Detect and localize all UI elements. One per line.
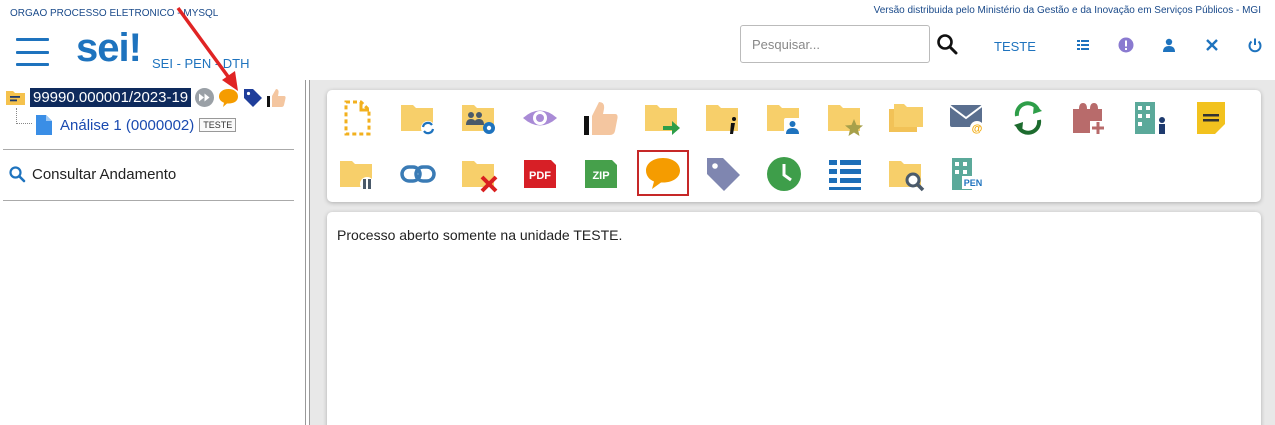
svg-text:@: @ [972,123,983,135]
process-number-link[interactable]: 99990.000001/2023-19 [30,87,192,107]
refresh-button[interactable] [1008,98,1048,138]
system-label: SEI - PEN - DTH [152,56,250,71]
search-icon [9,166,26,183]
folder-sync-icon [401,105,435,135]
list-button[interactable] [825,154,865,194]
fast-forward-icon[interactable] [194,87,215,108]
folder-user-icon [767,105,801,135]
unit-tag: TESTE [199,118,237,132]
zip-button[interactable]: ZIP [581,154,621,194]
tag-icon[interactable] [242,87,263,108]
folder-sync-button[interactable] [398,98,438,138]
refresh-icon [1014,101,1042,135]
building-user-button[interactable] [1130,98,1170,138]
thumbs-up-icon [584,102,618,135]
folder-open-icon[interactable] [5,88,27,106]
search-input[interactable] [740,25,930,63]
folder-star-button[interactable] [825,98,865,138]
org-name: ORGAO PROCESSO ELETRONICO - MYSQL [10,8,219,19]
comment-icon[interactable] [218,87,239,108]
tree-divider [3,149,294,150]
thumbs-up-button[interactable] [581,98,621,138]
consultar-andamento-label: Consultar Andamento [32,165,177,183]
process-toolbar: @ PDF ZIP PEN [327,90,1261,202]
sei-logo[interactable]: sei! [76,26,142,71]
link-button[interactable] [398,154,438,194]
document-tree-item: Análise 1 (0000002) TESTE [36,114,237,136]
folder-search-button[interactable] [886,154,926,194]
new-document-icon [344,100,371,136]
eye-icon [523,110,557,126]
process-tree-root: 99990.000001/2023-19 [5,86,287,108]
process-tree-panel: 99990.000001/2023-19 Análise 1 (0000002)… [0,80,305,425]
user-icon[interactable] [1161,37,1177,53]
pdf-label: PDF [529,170,551,182]
eye-button[interactable] [520,98,560,138]
comment-icon [646,158,680,189]
thumbs-up-icon[interactable] [266,87,287,108]
document-icon[interactable] [36,115,52,135]
pdf-button[interactable]: PDF [520,154,560,194]
folders-button[interactable] [886,98,926,138]
tree-divider [3,200,294,201]
folder-star-icon [828,105,863,136]
tag-icon [707,158,740,191]
folder-forward-button[interactable] [642,98,682,138]
app-window: ORGAO PROCESSO ELETRONICO - MYSQL Versão… [0,0,1275,425]
note-icon [1197,102,1225,134]
tree-connector [16,108,32,124]
power-icon[interactable] [1247,37,1263,53]
gov-notice: Versão distribuida pelo Ministério da Ge… [873,5,1261,16]
pdf-icon: PDF [524,160,556,188]
building-pen-icon: PEN [952,158,984,190]
clock-button[interactable] [764,154,804,194]
status-message: Processo aberto somente na unidade TESTE… [337,227,623,243]
folder-users-settings-button[interactable] [459,98,499,138]
relate-add-button[interactable] [1069,98,1109,138]
unit-selector[interactable]: TESTE [994,39,1036,54]
folder-pause-button[interactable] [337,154,377,194]
new-document-button[interactable] [337,98,377,138]
note-button[interactable] [1191,98,1231,138]
relate-add-icon [1073,103,1106,135]
tools-icon[interactable] [1204,37,1220,53]
zip-icon: ZIP [585,160,617,188]
comment-button[interactable] [637,150,689,196]
folder-user-button[interactable] [764,98,804,138]
folder-pause-icon [340,161,374,191]
folder-info-icon [706,105,738,134]
list-icon [829,160,861,190]
folder-search-icon [889,161,925,192]
folder-remove-button[interactable] [459,154,499,194]
search-icon[interactable] [936,33,958,55]
clock-icon [767,157,801,191]
tag-button[interactable] [703,154,743,194]
folder-users-settings-icon [462,105,495,134]
content-panel: Processo aberto somente na unidade TESTE… [327,212,1261,425]
grid-icon[interactable] [1075,37,1091,53]
email-button[interactable]: @ [947,98,987,138]
pen-label: PEN [964,178,983,188]
email-icon: @ [949,105,984,135]
document-link[interactable]: Análise 1 (0000002) [60,117,194,134]
info-icon[interactable] [1118,37,1134,53]
building-user-icon [1135,102,1165,134]
folder-remove-icon [462,161,498,193]
building-pen-button[interactable]: PEN [947,154,987,194]
zip-label: ZIP [592,170,609,182]
link-icon [400,165,436,183]
consultar-andamento-link[interactable]: Consultar Andamento [8,165,176,183]
folders-icon [889,104,923,132]
menu-icon[interactable] [16,38,49,66]
folder-forward-icon [645,105,680,135]
folder-info-button[interactable] [703,98,743,138]
